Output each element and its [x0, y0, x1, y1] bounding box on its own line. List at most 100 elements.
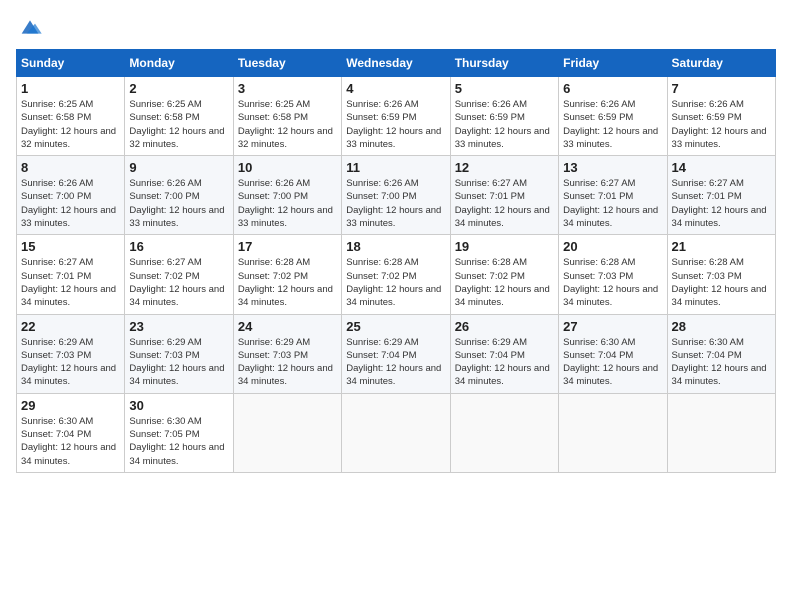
day-number: 23 [129, 319, 228, 334]
day-number: 21 [672, 239, 771, 254]
day-number: 13 [563, 160, 662, 175]
calendar-cell: 1 Sunrise: 6:25 AM Sunset: 6:58 PM Dayli… [17, 77, 125, 156]
day-number: 3 [238, 81, 337, 96]
day-info: Sunrise: 6:29 AM Sunset: 7:03 PM Dayligh… [21, 336, 120, 389]
day-info: Sunrise: 6:29 AM Sunset: 7:03 PM Dayligh… [238, 336, 337, 389]
day-number: 10 [238, 160, 337, 175]
logo [16, 16, 42, 37]
day-number: 2 [129, 81, 228, 96]
day-info: Sunrise: 6:30 AM Sunset: 7:04 PM Dayligh… [563, 336, 662, 389]
day-info: Sunrise: 6:26 AM Sunset: 6:59 PM Dayligh… [563, 98, 662, 151]
day-info: Sunrise: 6:28 AM Sunset: 7:02 PM Dayligh… [455, 256, 554, 309]
calendar-cell: 13 Sunrise: 6:27 AM Sunset: 7:01 PM Dayl… [559, 156, 667, 235]
day-number: 19 [455, 239, 554, 254]
calendar-cell: 29 Sunrise: 6:30 AM Sunset: 7:04 PM Dayl… [17, 393, 125, 472]
calendar-cell: 9 Sunrise: 6:26 AM Sunset: 7:00 PM Dayli… [125, 156, 233, 235]
day-number: 30 [129, 398, 228, 413]
calendar-table: SundayMondayTuesdayWednesdayThursdayFrid… [16, 49, 776, 473]
day-number: 25 [346, 319, 445, 334]
day-number: 12 [455, 160, 554, 175]
day-info: Sunrise: 6:26 AM Sunset: 6:59 PM Dayligh… [346, 98, 445, 151]
calendar-cell: 11 Sunrise: 6:26 AM Sunset: 7:00 PM Dayl… [342, 156, 450, 235]
day-info: Sunrise: 6:29 AM Sunset: 7:03 PM Dayligh… [129, 336, 228, 389]
calendar-header-saturday: Saturday [667, 50, 775, 77]
calendar-header-monday: Monday [125, 50, 233, 77]
day-info: Sunrise: 6:27 AM Sunset: 7:01 PM Dayligh… [455, 177, 554, 230]
calendar-cell: 19 Sunrise: 6:28 AM Sunset: 7:02 PM Dayl… [450, 235, 558, 314]
day-info: Sunrise: 6:26 AM Sunset: 7:00 PM Dayligh… [346, 177, 445, 230]
day-info: Sunrise: 6:26 AM Sunset: 6:59 PM Dayligh… [672, 98, 771, 151]
calendar-cell: 26 Sunrise: 6:29 AM Sunset: 7:04 PM Dayl… [450, 314, 558, 393]
calendar-cell: 22 Sunrise: 6:29 AM Sunset: 7:03 PM Dayl… [17, 314, 125, 393]
calendar-cell: 30 Sunrise: 6:30 AM Sunset: 7:05 PM Dayl… [125, 393, 233, 472]
calendar-cell: 18 Sunrise: 6:28 AM Sunset: 7:02 PM Dayl… [342, 235, 450, 314]
day-number: 15 [21, 239, 120, 254]
calendar-cell: 5 Sunrise: 6:26 AM Sunset: 6:59 PM Dayli… [450, 77, 558, 156]
calendar-cell [559, 393, 667, 472]
day-number: 9 [129, 160, 228, 175]
day-info: Sunrise: 6:26 AM Sunset: 6:59 PM Dayligh… [455, 98, 554, 151]
calendar-header-thursday: Thursday [450, 50, 558, 77]
calendar-cell [450, 393, 558, 472]
day-number: 26 [455, 319, 554, 334]
calendar-week-row: 15 Sunrise: 6:27 AM Sunset: 7:01 PM Dayl… [17, 235, 776, 314]
day-number: 7 [672, 81, 771, 96]
calendar-week-row: 29 Sunrise: 6:30 AM Sunset: 7:04 PM Dayl… [17, 393, 776, 472]
day-number: 24 [238, 319, 337, 334]
day-info: Sunrise: 6:29 AM Sunset: 7:04 PM Dayligh… [346, 336, 445, 389]
day-info: Sunrise: 6:25 AM Sunset: 6:58 PM Dayligh… [129, 98, 228, 151]
calendar-week-row: 22 Sunrise: 6:29 AM Sunset: 7:03 PM Dayl… [17, 314, 776, 393]
calendar-cell: 15 Sunrise: 6:27 AM Sunset: 7:01 PM Dayl… [17, 235, 125, 314]
day-number: 8 [21, 160, 120, 175]
calendar-cell: 27 Sunrise: 6:30 AM Sunset: 7:04 PM Dayl… [559, 314, 667, 393]
calendar-week-row: 1 Sunrise: 6:25 AM Sunset: 6:58 PM Dayli… [17, 77, 776, 156]
calendar-cell: 28 Sunrise: 6:30 AM Sunset: 7:04 PM Dayl… [667, 314, 775, 393]
day-number: 22 [21, 319, 120, 334]
day-info: Sunrise: 6:27 AM Sunset: 7:01 PM Dayligh… [21, 256, 120, 309]
calendar-cell: 10 Sunrise: 6:26 AM Sunset: 7:00 PM Dayl… [233, 156, 341, 235]
calendar-cell: 4 Sunrise: 6:26 AM Sunset: 6:59 PM Dayli… [342, 77, 450, 156]
calendar-cell [667, 393, 775, 472]
day-number: 16 [129, 239, 228, 254]
day-info: Sunrise: 6:26 AM Sunset: 7:00 PM Dayligh… [129, 177, 228, 230]
calendar-header-tuesday: Tuesday [233, 50, 341, 77]
calendar-cell: 3 Sunrise: 6:25 AM Sunset: 6:58 PM Dayli… [233, 77, 341, 156]
day-info: Sunrise: 6:29 AM Sunset: 7:04 PM Dayligh… [455, 336, 554, 389]
day-number: 28 [672, 319, 771, 334]
day-number: 11 [346, 160, 445, 175]
calendar-cell: 14 Sunrise: 6:27 AM Sunset: 7:01 PM Dayl… [667, 156, 775, 235]
day-info: Sunrise: 6:28 AM Sunset: 7:02 PM Dayligh… [238, 256, 337, 309]
page-header [16, 16, 776, 37]
day-info: Sunrise: 6:27 AM Sunset: 7:02 PM Dayligh… [129, 256, 228, 309]
logo-icon [18, 17, 42, 37]
day-number: 27 [563, 319, 662, 334]
day-number: 5 [455, 81, 554, 96]
day-number: 6 [563, 81, 662, 96]
day-info: Sunrise: 6:26 AM Sunset: 7:00 PM Dayligh… [238, 177, 337, 230]
day-info: Sunrise: 6:27 AM Sunset: 7:01 PM Dayligh… [563, 177, 662, 230]
day-number: 18 [346, 239, 445, 254]
day-info: Sunrise: 6:25 AM Sunset: 6:58 PM Dayligh… [238, 98, 337, 151]
calendar-cell: 21 Sunrise: 6:28 AM Sunset: 7:03 PM Dayl… [667, 235, 775, 314]
day-info: Sunrise: 6:30 AM Sunset: 7:04 PM Dayligh… [21, 415, 120, 468]
calendar-cell: 16 Sunrise: 6:27 AM Sunset: 7:02 PM Dayl… [125, 235, 233, 314]
day-info: Sunrise: 6:26 AM Sunset: 7:00 PM Dayligh… [21, 177, 120, 230]
calendar-cell: 12 Sunrise: 6:27 AM Sunset: 7:01 PM Dayl… [450, 156, 558, 235]
calendar-cell: 7 Sunrise: 6:26 AM Sunset: 6:59 PM Dayli… [667, 77, 775, 156]
calendar-week-row: 8 Sunrise: 6:26 AM Sunset: 7:00 PM Dayli… [17, 156, 776, 235]
calendar-cell: 8 Sunrise: 6:26 AM Sunset: 7:00 PM Dayli… [17, 156, 125, 235]
calendar-cell: 2 Sunrise: 6:25 AM Sunset: 6:58 PM Dayli… [125, 77, 233, 156]
calendar-cell [342, 393, 450, 472]
day-info: Sunrise: 6:28 AM Sunset: 7:03 PM Dayligh… [672, 256, 771, 309]
day-info: Sunrise: 6:28 AM Sunset: 7:03 PM Dayligh… [563, 256, 662, 309]
calendar-cell [233, 393, 341, 472]
calendar-cell: 23 Sunrise: 6:29 AM Sunset: 7:03 PM Dayl… [125, 314, 233, 393]
calendar-cell: 20 Sunrise: 6:28 AM Sunset: 7:03 PM Dayl… [559, 235, 667, 314]
calendar-header-friday: Friday [559, 50, 667, 77]
calendar-header-row: SundayMondayTuesdayWednesdayThursdayFrid… [17, 50, 776, 77]
calendar-cell: 25 Sunrise: 6:29 AM Sunset: 7:04 PM Dayl… [342, 314, 450, 393]
calendar-cell: 24 Sunrise: 6:29 AM Sunset: 7:03 PM Dayl… [233, 314, 341, 393]
day-number: 1 [21, 81, 120, 96]
day-number: 17 [238, 239, 337, 254]
day-info: Sunrise: 6:25 AM Sunset: 6:58 PM Dayligh… [21, 98, 120, 151]
